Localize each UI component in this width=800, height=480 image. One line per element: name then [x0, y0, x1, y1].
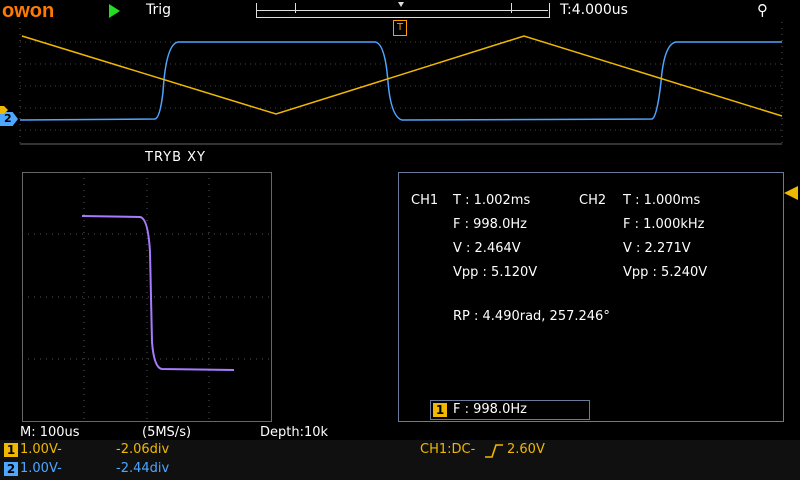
brand-logo: owon: [2, 0, 55, 22]
rising-edge-icon: [485, 444, 503, 458]
ch2-voltage: V : 2.271V: [623, 241, 691, 256]
measurement-panel: CH1 T : 1.002ms F : 998.0Hz V : 2.464V V…: [398, 172, 784, 422]
ch2-frequency: F : 1.000kHz: [623, 217, 705, 232]
ch1-volts-div: 1.00V-: [20, 442, 62, 457]
xy-trace: [81, 215, 235, 371]
memory-depth: Depth:10k: [260, 425, 329, 440]
relative-phase: RP : 4.490rad, 257.246°: [453, 309, 610, 324]
ch2-vpp: Vpp : 5.240V: [623, 265, 708, 280]
ch1-offset: -2.06div: [116, 442, 170, 457]
ch1-label: CH1: [411, 193, 439, 208]
ch2-period: T : 1.000ms: [623, 193, 701, 208]
memory-position-line: [256, 10, 548, 11]
freq-channel-badge: 1: [433, 403, 447, 417]
panel-pointer-icon: [784, 186, 798, 200]
ch2-label: CH2: [579, 193, 607, 208]
waveform-display: [19, 22, 783, 145]
ch1-period: T : 1.002ms: [453, 193, 531, 208]
run-state-icon[interactable]: [109, 4, 120, 18]
position-marker-icon: [398, 2, 404, 7]
ch2-badge[interactable]: 2: [4, 462, 18, 476]
freq-counter-value: F : 998.0Hz: [453, 402, 527, 417]
trigger-status: Trig: [146, 2, 172, 18]
ch2-offset: -2.44div: [116, 461, 170, 476]
ch1-voltage: V : 2.464V: [453, 241, 521, 256]
xy-mode-title: TRYB XY: [145, 150, 206, 165]
time-offset: T:4.000us: [560, 2, 628, 18]
ch2-volts-div: 1.00V-: [20, 461, 62, 476]
ch1-badge[interactable]: 1: [4, 443, 18, 457]
frequency-counter: 1 F : 998.0Hz: [430, 400, 590, 420]
ch1-vpp: Vpp : 5.120V: [453, 265, 538, 280]
sample-rate: (5MS/s): [142, 425, 192, 440]
trigger-setting: CH1:DC-: [420, 442, 476, 457]
ch1-frequency: F : 998.0Hz: [453, 217, 527, 232]
timebase: M: 100us: [20, 425, 80, 440]
xy-plot: [22, 172, 272, 422]
trigger-level: 2.60V: [507, 442, 545, 457]
usb-icon: ⚲: [757, 1, 768, 19]
